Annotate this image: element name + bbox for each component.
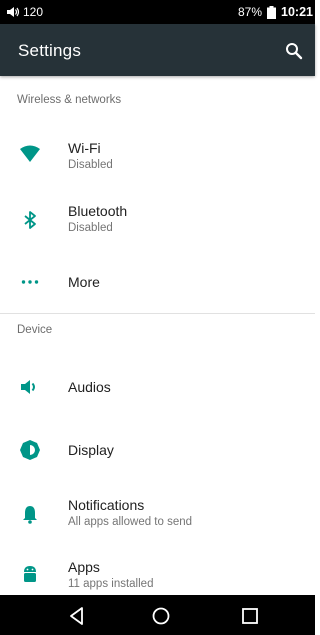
settings-item-title: Wi-Fi — [68, 140, 101, 156]
section-header-device: Device — [17, 324, 53, 336]
settings-item-summary: Disabled — [68, 159, 113, 171]
page-title: Settings — [18, 41, 82, 60]
battery-icon — [267, 5, 277, 19]
volume-icon — [7, 7, 20, 17]
apps-texts: Apps 11 apps installed — [68, 559, 153, 592]
display-icon — [20, 440, 40, 460]
notifications-icon — [23, 506, 37, 524]
search-icon[interactable] — [284, 41, 304, 61]
settings-item-bluetooth[interactable]: Bluetooth Disabled — [0, 190, 315, 250]
settings-item-wifi[interactable]: Wi-Fi Disabled — [0, 126, 315, 186]
audio-icon — [21, 380, 35, 394]
apps-icon — [24, 566, 36, 582]
section-header-wireless: Wireless & networks — [17, 94, 122, 106]
settings-item-title: Apps — [68, 559, 100, 575]
bluetooth-texts: Bluetooth Disabled — [68, 203, 127, 236]
volume-value: 120 — [23, 5, 44, 19]
settings-item-audios[interactable]: Audios — [0, 357, 315, 417]
settings-item-notifications[interactable]: Notifications All apps allowed to send — [0, 483, 315, 543]
settings-item-more[interactable]: More — [0, 252, 315, 312]
settings-item-apps[interactable]: Apps 11 apps installed — [0, 547, 315, 595]
notifications-texts: Notifications All apps allowed to send — [68, 497, 192, 530]
settings-item-display[interactable]: Display — [0, 420, 315, 480]
bluetooth-icon — [24, 211, 36, 229]
settings-item-title: More — [68, 274, 100, 290]
status-time: 10:21 — [281, 5, 313, 19]
display-texts: Display — [68, 442, 114, 459]
settings-item-title: Bluetooth — [68, 203, 128, 219]
wifi-icon — [20, 145, 40, 162]
more-icon — [21, 280, 39, 284]
app-bar: Settings — [0, 24, 315, 76]
settings-item-title: Display — [68, 442, 114, 458]
navigation-bar — [0, 595, 315, 635]
settings-list: Wireless & networks Wi-Fi Disabled Bluet… — [0, 76, 315, 595]
settings-item-summary: 11 apps installed — [68, 578, 154, 590]
audios-texts: Audios — [68, 379, 111, 396]
more-texts: More — [68, 274, 100, 291]
settings-item-summary: Disabled — [68, 222, 113, 234]
home-icon[interactable] — [150, 605, 172, 627]
status-right: 87% 10:21 — [238, 5, 313, 19]
wifi-texts: Wi-Fi Disabled — [68, 140, 113, 173]
battery-percent: 87% — [237, 5, 263, 19]
status-left: 120 — [6, 5, 43, 19]
settings-item-title: Notifications — [68, 497, 145, 513]
recents-icon[interactable] — [239, 605, 261, 627]
settings-item-title: Audios — [68, 379, 111, 395]
status-bar: 120 87% 10:21 — [0, 0, 315, 24]
settings-item-summary: All apps allowed to send — [68, 516, 193, 528]
section-divider — [0, 313, 315, 314]
back-icon[interactable] — [66, 605, 88, 627]
